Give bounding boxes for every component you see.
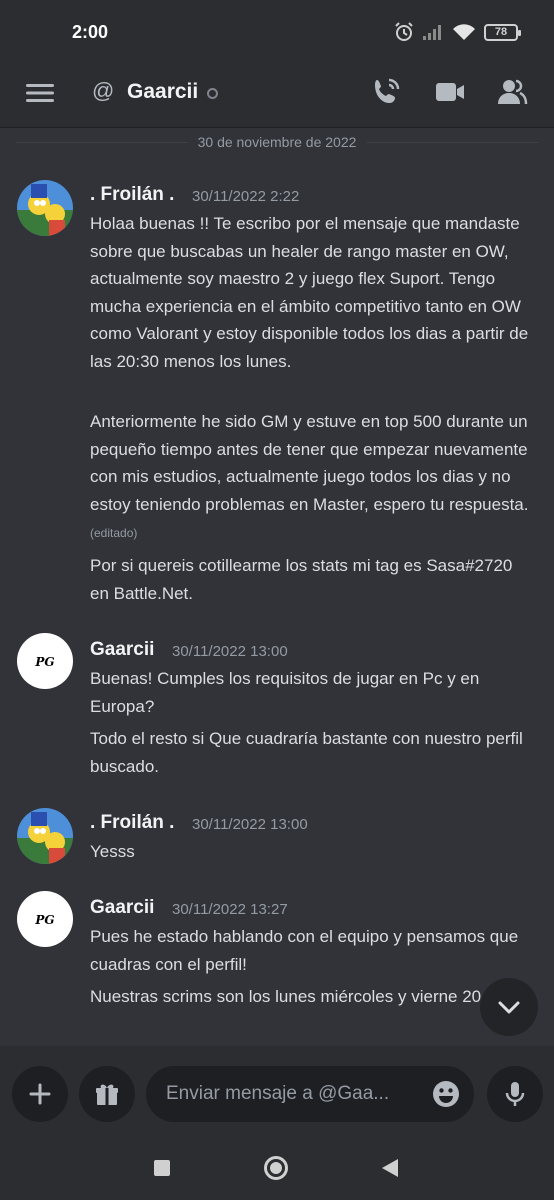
channel-name[interactable]: Gaarcii (127, 80, 198, 104)
avatar-image (17, 808, 73, 864)
signal-icon (423, 25, 441, 40)
message-author[interactable]: . Froilán . (90, 184, 174, 206)
plus-icon (29, 1083, 51, 1105)
call-icon[interactable] (370, 76, 402, 108)
status-bar: 2:00 78 (0, 0, 554, 62)
avatar[interactable]: PG (17, 891, 73, 947)
message-list[interactable]: 30 de noviembre de 2022 . Froilán . 30/1… (0, 128, 554, 1046)
channel-header: @ Gaarcii (0, 62, 554, 128)
avatar[interactable] (17, 808, 73, 864)
edited-label: (editado) (90, 526, 138, 540)
wifi-icon (453, 24, 475, 40)
chevron-down-icon (498, 1001, 520, 1014)
message-input-placeholder: Enviar mensaje a @Gaa... (166, 1083, 390, 1104)
avatar-image (17, 180, 73, 236)
voice-message-button[interactable] (487, 1066, 543, 1122)
avatar-logo-text: PG (34, 655, 54, 669)
battery-level: 78 (494, 26, 508, 38)
message-author[interactable]: Gaarcii (90, 897, 154, 919)
menu-icon[interactable] (26, 79, 54, 107)
scroll-to-bottom-button[interactable] (480, 978, 538, 1036)
message-text-body: Anteriormente he sido GM y estuve en top… (90, 412, 529, 514)
message-timestamp: 30/11/2022 13:27 (172, 901, 288, 918)
message-author[interactable]: Gaarcii (90, 639, 154, 661)
message-input[interactable]: Enviar mensaje a @Gaa... (146, 1066, 474, 1122)
mic-icon (505, 1082, 525, 1106)
avatar-logo: PG (34, 655, 54, 669)
avatar[interactable]: PG (17, 633, 73, 689)
status-icons: 78 (394, 22, 521, 42)
message-text: Nuestras scrims son los lunes miércoles … (90, 987, 519, 1006)
members-icon[interactable] (496, 76, 528, 108)
avatar-logo-text: PG (34, 913, 54, 927)
message-text: Buenas! Cumples los requisitos de jugar … (90, 669, 480, 716)
message-timestamp: 30/11/2022 2:22 (192, 188, 300, 205)
avatar-logo: PG (34, 913, 54, 927)
message-composer: Enviar mensaje a @Gaa... (0, 1046, 554, 1140)
home-icon[interactable] (263, 1155, 289, 1181)
system-navigation-bar (0, 1140, 554, 1200)
gift-button[interactable] (79, 1066, 135, 1122)
message-text: Todo el resto si Que cuadraría bastante … (90, 729, 523, 776)
battery-icon: 78 (484, 23, 521, 41)
message-text: Anteriormente he sido GM y estuve en top… (90, 408, 530, 548)
message-text: Yesss (90, 842, 135, 861)
attach-button[interactable] (12, 1066, 68, 1122)
gift-icon (96, 1084, 118, 1105)
message-text: Pues he estado hablando con el equipo y … (90, 927, 519, 974)
message-author[interactable]: . Froilán . (90, 812, 174, 834)
at-icon: @ (92, 78, 115, 103)
message-timestamp: 30/11/2022 13:00 (192, 816, 308, 833)
message-text: Por si quereis cotillearme los stats mi … (90, 556, 513, 603)
back-icon[interactable] (380, 1158, 400, 1178)
presence-icon (207, 88, 218, 99)
message-timestamp: 30/11/2022 13:00 (172, 643, 288, 660)
recents-icon[interactable] (153, 1159, 171, 1177)
video-icon[interactable] (434, 76, 466, 108)
alarm-icon (395, 22, 413, 41)
emoji-icon[interactable] (432, 1080, 460, 1108)
message-text: Holaa buenas !! Te escribo por el mensaj… (90, 214, 529, 371)
avatar[interactable] (17, 180, 73, 236)
status-time: 2:00 (72, 22, 109, 42)
date-divider: 30 de noviembre de 2022 (187, 134, 367, 150)
